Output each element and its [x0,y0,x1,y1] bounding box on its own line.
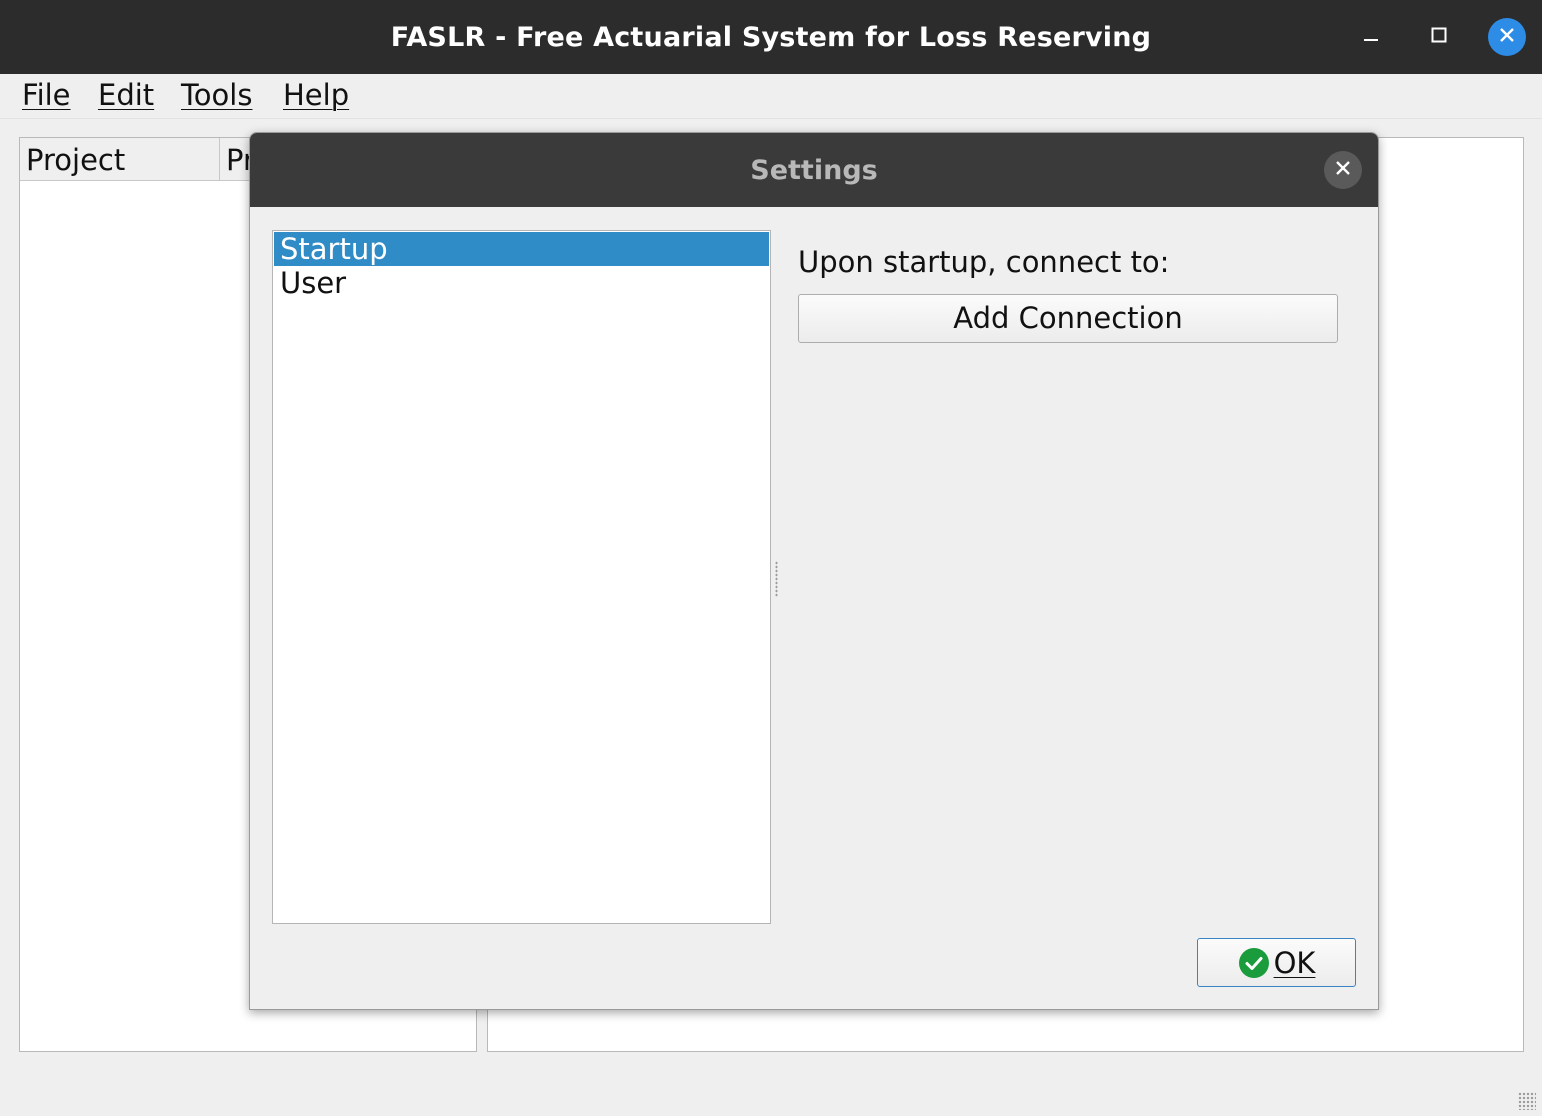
dialog-close-button[interactable] [1324,151,1362,189]
title-bar[interactable]: FASLR - Free Actuarial System for Loss R… [0,0,1542,74]
menu-file[interactable]: File [22,78,71,112]
dialog-title-bar[interactable]: Settings [250,133,1378,207]
close-window-button[interactable] [1488,18,1526,56]
menu-bar: File Edit Tools Help [0,74,1542,119]
startup-connect-label: Upon startup, connect to: [798,245,1170,279]
column-header-project[interactable]: Project [20,138,220,180]
maximize-icon [1429,25,1449,49]
dialog-title: Settings [750,155,878,186]
minimize-button[interactable] [1352,18,1390,56]
category-item-startup[interactable]: Startup [274,232,769,266]
close-icon [1333,158,1353,182]
window-title: FASLR - Free Actuarial System for Loss R… [390,22,1152,53]
menu-tools[interactable]: Tools [181,78,252,112]
close-icon [1497,25,1517,49]
maximize-button[interactable] [1420,18,1458,56]
ok-button[interactable]: OK [1197,938,1356,987]
category-item-user[interactable]: User [274,266,769,300]
resize-grip[interactable] [1518,1092,1536,1110]
minimize-icon [1361,25,1381,49]
ok-button-label: OK [1273,945,1316,980]
menu-edit[interactable]: Edit [98,78,154,112]
menu-help[interactable]: Help [283,78,349,112]
check-icon [1238,947,1270,979]
add-connection-button[interactable]: Add Connection [798,294,1338,343]
main-window: FASLR - Free Actuarial System for Loss R… [0,0,1542,1116]
settings-category-list[interactable]: Startup User [272,230,771,924]
settings-dialog: Settings Startup User Upon startup, conn… [249,132,1379,1010]
splitter-handle[interactable] [775,561,778,597]
